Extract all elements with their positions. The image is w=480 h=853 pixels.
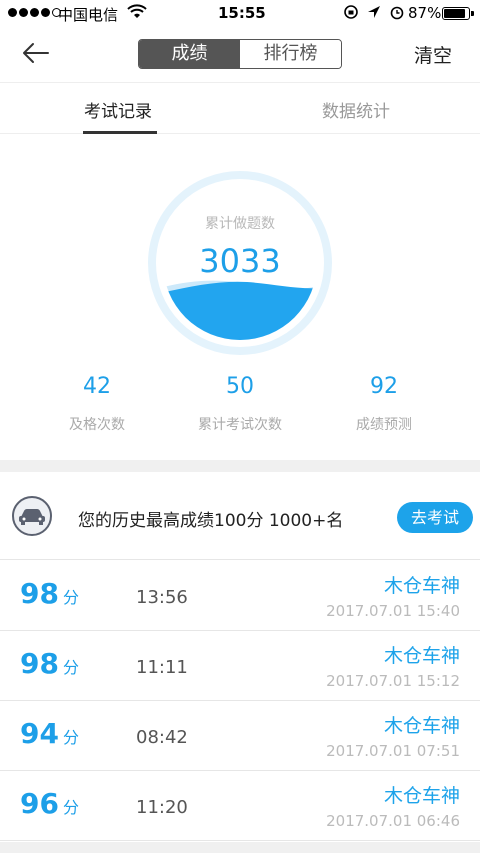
record-duration: 08:42	[136, 727, 188, 748]
record-duration: 13:56	[136, 587, 188, 608]
take-exam-button[interactable]: 去考试	[397, 502, 473, 533]
segmented-control: 成绩 排行榜	[138, 39, 342, 69]
record-score: 98 分	[20, 577, 79, 610]
record-duration: 11:11	[136, 657, 188, 678]
segment-leaderboard[interactable]: 排行榜	[240, 40, 341, 68]
record-score: 94 分	[20, 717, 79, 750]
bottom-divider	[0, 842, 480, 853]
record-score: 96 分	[20, 787, 79, 820]
record-datetime: 2017.07.01 15:40	[326, 602, 460, 620]
status-bar: 中国电信 15:55 87%	[0, 0, 480, 26]
record-datetime: 2017.07.01 07:51	[326, 742, 460, 760]
location-arrow-icon	[368, 6, 380, 18]
signal-strength-icon	[8, 8, 61, 17]
record-row[interactable]: 94 分 08:42 木仓车神 2017.07.01 07:51	[0, 701, 480, 771]
active-tab-indicator	[83, 131, 157, 134]
section-divider	[0, 460, 480, 472]
pass-count-label: 及格次数	[69, 417, 125, 433]
back-arrow-icon[interactable]	[18, 36, 52, 70]
tab-exam-records[interactable]: 考试记录	[84, 97, 152, 122]
predicted-score-value: 92	[370, 374, 398, 399]
app-root: 中国电信 15:55 87% 成绩 排行榜 清空 考试记录 数据统计 累计做题数…	[0, 0, 480, 853]
record-user: 木仓车神	[383, 715, 460, 737]
status-right-icons	[343, 4, 405, 20]
exam-count-value: 50	[226, 374, 254, 399]
record-user: 木仓车神	[383, 645, 460, 667]
wifi-icon	[127, 4, 147, 18]
total-questions-label: 累计做题数	[205, 216, 275, 232]
tab-bar: 考试记录 数据统计	[0, 82, 480, 134]
battery-percent: 87%	[408, 4, 442, 22]
record-duration: 11:20	[136, 797, 188, 818]
battery-icon	[442, 7, 474, 20]
predicted-score-label: 成绩预测	[356, 417, 412, 433]
record-row[interactable]: 98 分 13:56 木仓车神 2017.07.01 15:40	[0, 561, 480, 631]
segment-scores[interactable]: 成绩	[139, 40, 240, 68]
record-row[interactable]: 98 分 11:11 木仓车神 2017.07.01 15:12	[0, 631, 480, 701]
record-datetime: 2017.07.01 15:12	[326, 672, 460, 690]
record-user: 木仓车神	[383, 575, 460, 597]
record-row[interactable]: 96 分 11:20 木仓车神 2017.07.01 06:46	[0, 771, 480, 841]
pass-count-value: 42	[83, 374, 111, 399]
car-icon	[12, 496, 52, 536]
total-questions-value: 3033	[199, 242, 281, 280]
best-score-text: 您的历史最高成绩100分 1000+名	[78, 511, 344, 531]
record-score: 98 分	[20, 647, 79, 680]
best-score-row: 您的历史最高成绩100分 1000+名 去考试	[0, 472, 480, 560]
clear-button[interactable]: 清空	[414, 41, 452, 68]
orientation-lock-icon	[344, 5, 358, 19]
tab-data-statistics[interactable]: 数据统计	[322, 97, 390, 122]
record-datetime: 2017.07.01 06:46	[326, 812, 460, 830]
carrier-name: 中国电信	[58, 6, 119, 24]
alarm-clock-icon	[390, 6, 404, 20]
exam-count-label: 累计考试次数	[198, 417, 282, 433]
status-time: 15:55	[218, 4, 266, 22]
navigation-bar: 成绩 排行榜 清空	[0, 26, 480, 82]
record-user: 木仓车神	[383, 785, 460, 807]
